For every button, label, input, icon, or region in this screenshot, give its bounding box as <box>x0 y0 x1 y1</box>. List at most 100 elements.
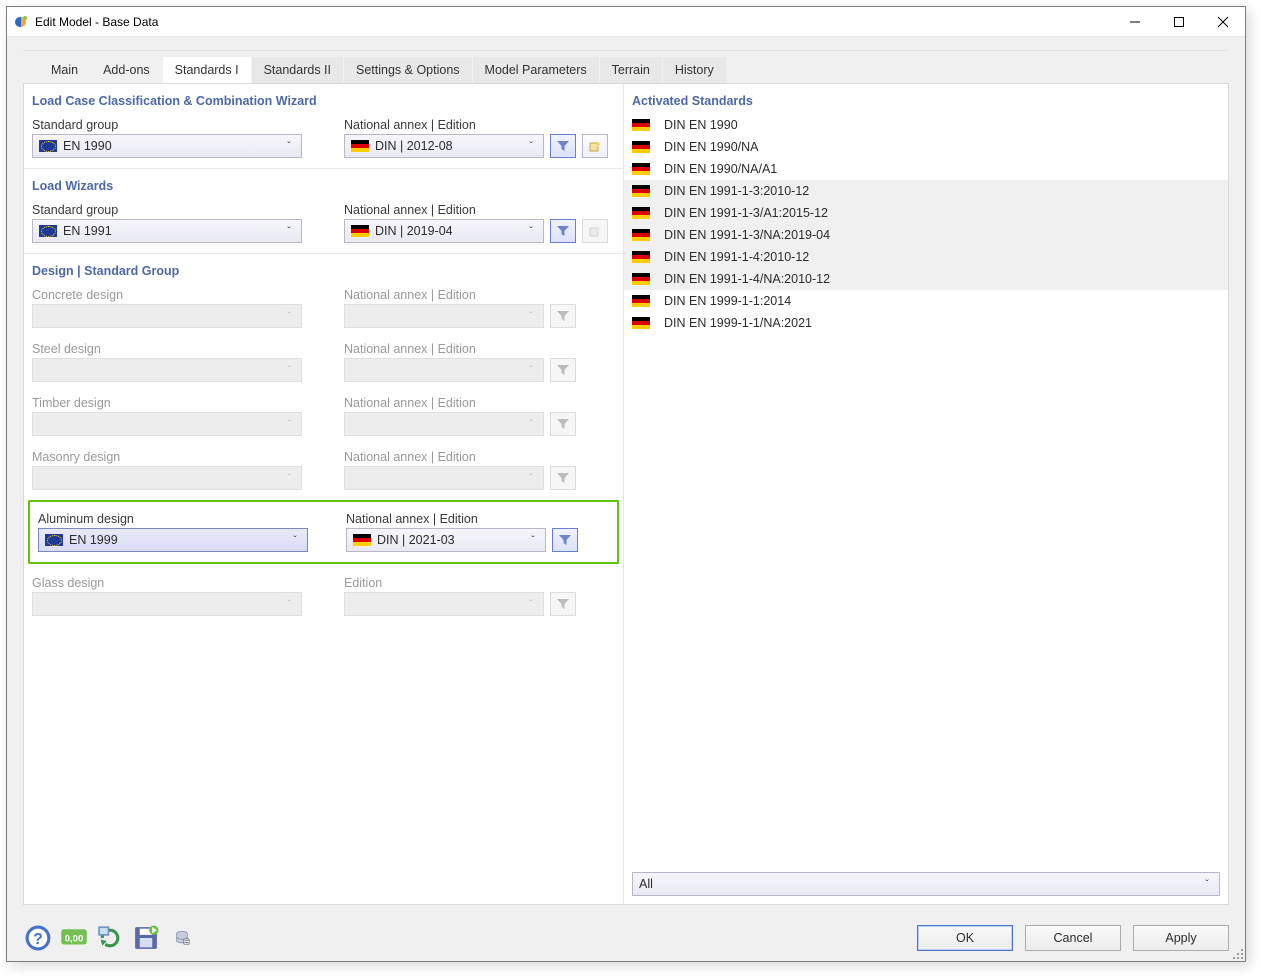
de-flag-icon <box>632 273 650 285</box>
units-button[interactable]: 0,00 <box>59 923 89 953</box>
standards-list-item[interactable]: DIN EN 1991-1-3:2010-12 <box>624 180 1228 202</box>
design-row-annex-label: National annex | Edition <box>344 392 624 412</box>
design-annex-combo: ˇ <box>344 304 544 328</box>
eu-flag-icon <box>45 534 63 546</box>
loadwiz-std-combo[interactable]: EN 1991 ˇ <box>32 219 302 243</box>
design-row-annex-label: National annex | Edition <box>344 338 624 358</box>
design-filter-button <box>550 466 576 490</box>
standards-list-item[interactable]: DIN EN 1990/NA/A1 <box>624 158 1228 180</box>
tab-model-parameters[interactable]: Model Parameters <box>473 57 600 83</box>
standards-list-item[interactable]: DIN EN 1990 <box>624 114 1228 136</box>
design-row-annex-label: National annex | Edition <box>344 284 624 304</box>
chevron-down-icon: ˇ <box>287 535 303 546</box>
lccw-annex-label: National annex | Edition <box>344 114 624 134</box>
aluminum-annex-combo[interactable]: DIN | 2021-03 ˇ <box>346 528 546 552</box>
aluminum-filter-button[interactable] <box>552 528 578 552</box>
app-icon <box>13 14 29 30</box>
save-button[interactable] <box>131 923 161 953</box>
database-button[interactable] <box>167 923 197 953</box>
standards-item-text: DIN EN 1991-1-3/NA:2019-04 <box>664 228 830 242</box>
loadwiz-filter-button[interactable] <box>550 219 576 243</box>
tab-settings-options[interactable]: Settings & Options <box>344 57 473 83</box>
tab-addons[interactable]: Add-ons <box>91 57 163 83</box>
standards-list-item[interactable]: DIN EN 1999-1-1:2014 <box>624 290 1228 312</box>
design-filter-button <box>550 412 576 436</box>
standards-list-item[interactable]: DIN EN 1991-1-3/NA:2019-04 <box>624 224 1228 246</box>
standards-list-item[interactable]: DIN EN 1991-1-4:2010-12 <box>624 246 1228 268</box>
svg-text:?: ? <box>33 931 43 948</box>
ok-button[interactable]: OK <box>917 925 1013 951</box>
standards-item-text: DIN EN 1991-1-4/NA:2010-12 <box>664 272 830 286</box>
standards-item-text: DIN EN 1999-1-1/NA:2021 <box>664 316 812 330</box>
standards-item-text: DIN EN 1999-1-1:2014 <box>664 294 791 308</box>
loadwiz-wizard-button <box>582 219 608 243</box>
dialog-window: Edit Model - Base Data Main Add-ons Stan… <box>6 6 1246 962</box>
design-annex-combo: ˇ <box>344 412 544 436</box>
window-title: Edit Model - Base Data <box>35 15 158 29</box>
section-loadwiz-title: Load Wizards <box>24 169 623 199</box>
aluminum-std-combo[interactable]: EN 1999 ˇ <box>38 528 308 552</box>
de-flag-icon <box>632 185 650 197</box>
lccw-annex-combo[interactable]: DIN | 2012-08 ˇ <box>344 134 544 158</box>
chevron-down-icon: ˇ <box>1199 879 1215 890</box>
design-std-combo: ˇ <box>32 466 302 490</box>
section-design-title: Design | Standard Group <box>24 254 623 284</box>
design-filter-button <box>550 358 576 382</box>
glass-annex-combo: ˇ <box>344 592 544 616</box>
refresh-button[interactable] <box>95 923 125 953</box>
chevron-down-icon: ˇ <box>523 141 539 152</box>
design-row-annex-label: National annex | Edition <box>344 446 624 466</box>
glass-annex-label: Edition <box>344 572 624 592</box>
right-panel: Activated Standards DIN EN 1990DIN EN 19… <box>624 84 1228 904</box>
tab-standards-2[interactable]: Standards II <box>252 57 344 83</box>
glass-filter-button <box>550 592 576 616</box>
loadwiz-annex-combo[interactable]: DIN | 2019-04 ˇ <box>344 219 544 243</box>
standards-list-item[interactable]: DIN EN 1990/NA <box>624 136 1228 158</box>
design-row-label: Masonry design <box>32 446 332 466</box>
de-flag-icon <box>632 251 650 263</box>
chevron-down-icon: ˇ <box>281 141 297 152</box>
standards-item-text: DIN EN 1990/NA/A1 <box>664 162 777 176</box>
de-flag-icon <box>632 207 650 219</box>
resize-grip[interactable] <box>1233 949 1243 959</box>
eu-flag-icon <box>39 140 57 152</box>
chevron-down-icon: ˇ <box>523 365 539 376</box>
tab-terrain[interactable]: Terrain <box>600 57 663 83</box>
design-annex-combo: ˇ <box>344 358 544 382</box>
minimize-button[interactable] <box>1113 7 1157 36</box>
chevron-down-icon: ˇ <box>281 311 297 322</box>
tab-history[interactable]: History <box>663 57 727 83</box>
standards-list-item[interactable]: DIN EN 1999-1-1/NA:2021 <box>624 312 1228 334</box>
glass-label: Glass design <box>32 572 332 592</box>
design-std-combo: ˇ <box>32 304 302 328</box>
svg-text:0,00: 0,00 <box>65 933 84 944</box>
chevron-down-icon: ˇ <box>523 599 539 610</box>
tab-bar: Main Add-ons Standards I Standards II Se… <box>23 37 1229 83</box>
tab-main[interactable]: Main <box>39 57 91 83</box>
close-button[interactable] <box>1201 7 1245 36</box>
loadwiz-std-label: Standard group <box>32 199 332 219</box>
help-button[interactable]: ? <box>23 923 53 953</box>
standards-list-item[interactable]: DIN EN 1991-1-3/A1:2015-12 <box>624 202 1228 224</box>
tab-standards-1[interactable]: Standards I <box>163 57 252 83</box>
aluminum-annex-label: National annex | Edition <box>346 508 616 528</box>
lccw-wizard-button[interactable] <box>582 134 608 158</box>
left-panel: Load Case Classification & Combination W… <box>24 84 624 904</box>
apply-button[interactable]: Apply <box>1133 925 1229 951</box>
lccw-std-combo[interactable]: EN 1990 ˇ <box>32 134 302 158</box>
lccw-std-label: Standard group <box>32 114 332 134</box>
activated-standards-list: DIN EN 1990DIN EN 1990/NA DIN EN 1990/NA/… <box>624 114 1228 866</box>
cancel-button[interactable]: Cancel <box>1025 925 1121 951</box>
loadwiz-annex-label: National annex | Edition <box>344 199 624 219</box>
standards-list-item[interactable]: DIN EN 1991-1-4/NA:2010-12 <box>624 268 1228 290</box>
standards-item-text: DIN EN 1991-1-3:2010-12 <box>664 184 809 198</box>
lccw-filter-button[interactable] <box>550 134 576 158</box>
footer: ? 0,00 OK Cancel Apply <box>7 915 1245 961</box>
de-flag-icon <box>632 317 650 329</box>
design-filter-button <box>550 304 576 328</box>
design-annex-combo: ˇ <box>344 466 544 490</box>
maximize-button[interactable] <box>1157 7 1201 36</box>
de-flag-icon <box>632 163 650 175</box>
design-row-label: Timber design <box>32 392 332 412</box>
standards-filter-combo[interactable]: All ˇ <box>632 872 1220 896</box>
